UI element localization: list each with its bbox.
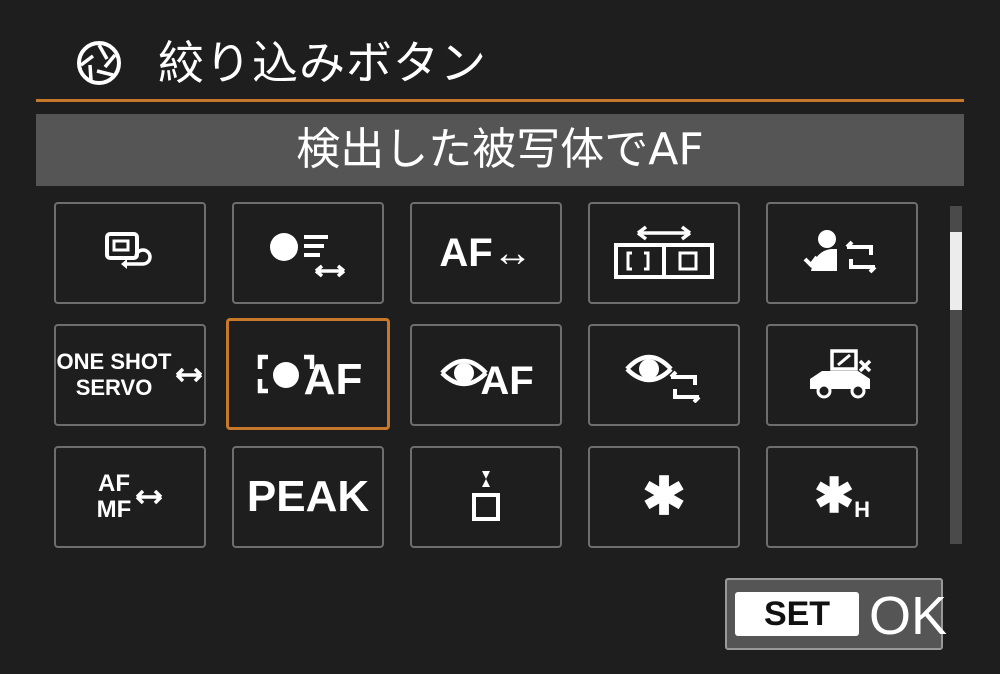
option-ae-lock[interactable]: ✱	[588, 446, 740, 548]
eye-switch-icon	[625, 354, 701, 403]
option-af-area-switch[interactable]: AF↔	[410, 202, 562, 304]
option-eye-detection-af[interactable]: AF	[410, 324, 562, 426]
option-af-mf-switch[interactable]: AF MF	[54, 446, 206, 548]
option-peaking[interactable]: PEAK	[232, 446, 384, 548]
tracking-switch-icon	[270, 233, 346, 278]
ae-lock-hold-icon: ✱	[813, 470, 855, 523]
scrollbar-thumb[interactable]	[950, 232, 962, 310]
option-one-shot-servo-switch[interactable]: ONE SHOT SERVO	[54, 324, 206, 426]
registered-af-point-switch-icon	[614, 225, 714, 279]
menu-header: 絞り込みボタン	[36, 28, 964, 98]
set-key-label: SET	[735, 592, 859, 636]
selected-function-label: 検出した被写体でAF	[36, 114, 964, 186]
double-arrow-icon	[176, 367, 203, 383]
option-tracking-switch[interactable]	[232, 202, 384, 304]
subject-switch-icon	[803, 230, 877, 274]
option-ae-lock-hold[interactable]: ✱ H	[766, 446, 918, 548]
double-arrow-icon	[136, 489, 163, 505]
ok-label: OK	[869, 586, 948, 646]
option-focus-guide[interactable]	[410, 446, 562, 548]
focus-guide-icon	[472, 471, 500, 521]
eye-detection-af-label: AF	[480, 358, 534, 403]
option-subject-switch[interactable]	[766, 202, 918, 304]
servo-label: SERVO	[75, 375, 153, 400]
af-area-switch-label: AF↔	[439, 230, 533, 275]
hold-subscript: H	[854, 497, 871, 522]
header-divider	[36, 99, 964, 102]
playback-return-icon	[105, 232, 152, 269]
ae-lock-icon: ✱	[642, 468, 686, 526]
option-registered-af-point-switch[interactable]	[588, 202, 740, 304]
option-vehicle-detection[interactable]	[766, 324, 918, 426]
set-ok-button[interactable]: SET OK	[725, 578, 947, 650]
option-playback-return[interactable]	[54, 202, 206, 304]
af-label: AF	[98, 470, 130, 497]
vehicle-detection-icon	[810, 349, 872, 399]
aperture-icon	[77, 41, 121, 85]
detected-subject-af-label: AF	[303, 355, 363, 404]
scrollbar[interactable]	[950, 206, 962, 544]
one-shot-label: ONE SHOT	[56, 349, 172, 374]
mf-label: MF	[96, 496, 132, 523]
option-detected-subject-af[interactable]: AF	[226, 318, 390, 430]
peak-label: PEAK	[246, 472, 370, 521]
page-title: 絞り込みボタン	[158, 36, 487, 90]
option-eye-switch[interactable]	[588, 324, 740, 426]
